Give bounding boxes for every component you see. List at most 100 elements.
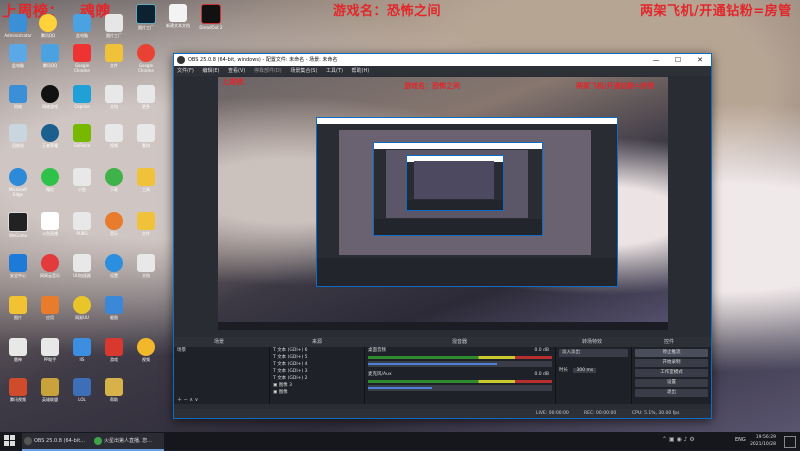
source-item[interactable]: T 文本 (GDI+) 2: [270, 375, 364, 382]
transitions-dock: 淡入淡出 时长 300 ms: [556, 347, 632, 404]
desktop-audio-slider[interactable]: [368, 361, 552, 367]
menu-docks[interactable]: 停靠部件(D): [254, 68, 282, 74]
file-icon: [137, 254, 155, 272]
tray-icons[interactable]: ⌃ ▣ ◉ ♪ ⚙: [662, 436, 695, 443]
source-item[interactable]: T 文本 (GDI+) 6: [270, 347, 364, 354]
desktop-icon[interactable]: 设置: [100, 254, 128, 288]
desktop-icon[interactable]: 网易云音乐: [36, 254, 64, 288]
start-recording-button[interactable]: 开始录制: [635, 359, 708, 367]
desktop-icon[interactable]: 此电脑: [4, 44, 32, 78]
windows-start-icon[interactable]: [4, 435, 15, 446]
desktop-icon[interactable]: 腾讯QQ: [34, 14, 62, 48]
desktop-icon[interactable]: UU加速器: [68, 254, 96, 288]
scene-item[interactable]: 场景: [174, 347, 269, 354]
desktop-icon[interactable]: 网络: [4, 85, 32, 119]
minimize-icon[interactable]: —: [645, 54, 667, 66]
wechat-icon: [41, 168, 59, 186]
desktop-icon[interactable]: 文件: [132, 212, 160, 246]
transition-select[interactable]: 淡入淡出: [559, 349, 628, 357]
desktop-icon[interactable]: 小鱼: [68, 168, 96, 202]
menu-help[interactable]: 帮助(H): [352, 68, 370, 74]
desktop-icon[interactable]: LOL: [68, 378, 96, 412]
studio-mode-button[interactable]: 工作室模式: [635, 369, 708, 377]
desktop-icon[interactable]: PP助手: [36, 338, 64, 372]
nested-obs-window-3: [406, 155, 504, 211]
folder-icon: [137, 212, 155, 230]
obs-window[interactable]: OBS 25.0.8 (64-bit, windows) - 配置文件: 未命名…: [173, 53, 712, 419]
taskbar-item-obs[interactable]: OBS 25.0.8 (64-bit...: [22, 433, 100, 451]
desktop-icon[interactable]: 下载: [100, 168, 128, 202]
desktop-icon[interactable]: 回收站: [4, 124, 32, 158]
source-item[interactable]: ▣ 图像: [270, 389, 364, 396]
source-item[interactable]: T 文本 (GDI+) 3: [270, 368, 364, 375]
menu-edit[interactable]: 编辑(E): [202, 68, 219, 74]
desktop-icon[interactable]: Administrator: [4, 14, 32, 48]
desktop-icon[interactable]: Caprice: [68, 85, 96, 119]
exit-button[interactable]: 退出: [635, 389, 708, 397]
input-language[interactable]: ENG: [735, 437, 746, 443]
transition-duration-input[interactable]: 300 ms: [573, 368, 597, 373]
source-item[interactable]: T 文本 (GDI+) 4: [270, 361, 364, 368]
desktop-icon[interactable]: 工具: [132, 168, 160, 202]
desktop-icon[interactable]: 图片工厂: [100, 14, 128, 48]
desktop-icon[interactable]: 安全中心: [4, 254, 32, 288]
desktop-icon[interactable]: 网易UU: [68, 296, 96, 330]
desktop-icon[interactable]: 文件: [100, 44, 128, 78]
desktop-icon[interactable]: IIS: [68, 338, 96, 372]
desktop-icon[interactable]: 斗鱼直播: [36, 212, 64, 246]
desktop-icon[interactable]: 素材: [132, 124, 160, 158]
source-item[interactable]: ▣ 图像 3: [270, 382, 364, 389]
desktop-icon[interactable]: WeGame: [4, 212, 32, 246]
desktop-icon[interactable]: 更多: [132, 85, 160, 119]
desktop-icon[interactable]: PUBG: [68, 212, 96, 246]
desktop-icon[interactable]: Google Chrome: [132, 44, 160, 78]
desktop-icon[interactable]: 微信: [36, 168, 64, 202]
desktop-icon[interactable]: 视频: [100, 124, 128, 158]
desktop-icon[interactable]: 帮助: [100, 378, 128, 412]
desktop-icon[interactable]: 英雄联盟: [36, 378, 64, 412]
desktop-icon[interactable]: 截图: [100, 296, 128, 330]
desktop-icon[interactable]: DreadOut 2: [197, 4, 225, 38]
settings-app-icon: [136, 4, 156, 24]
nested-obs-window-2: [373, 142, 543, 236]
source-item[interactable]: T 文本 (GDI+) 5: [270, 354, 364, 361]
desktop-icon[interactable]: 文档: [100, 85, 128, 119]
desktop-icon[interactable]: 腾讯QQ: [36, 44, 64, 78]
scene-add-button[interactable]: ＋ − ∧ ∨: [177, 396, 198, 403]
desktop-icon[interactable]: 应用: [36, 296, 64, 330]
desktop-icon[interactable]: 新建文本文档: [164, 4, 192, 38]
desktop-icon[interactable]: GeForce: [68, 124, 96, 158]
obs-title-bar[interactable]: OBS 25.0.8 (64-bit, windows) - 配置文件: 未命名…: [174, 54, 711, 66]
taskbar-item-browser[interactable]: 火星出第人直播, 您...: [92, 433, 164, 451]
desktop-icon[interactable]: 腾讯视频: [4, 378, 32, 412]
desktop-icon[interactable]: 视频: [132, 338, 160, 372]
edge-icon: [9, 168, 27, 186]
desktop-icon[interactable]: 图片: [4, 296, 32, 330]
maximize-icon[interactable]: ☐: [667, 54, 689, 66]
desktop-icon[interactable]: 音乐: [100, 212, 128, 246]
desktop-icon[interactable]: Google Chrome: [68, 44, 96, 78]
taskbar-clock[interactable]: 19:56:29 2021/10/28: [750, 434, 776, 448]
desktop-icon[interactable]: 网络游戏: [36, 85, 64, 119]
user-folder-icon: [9, 14, 27, 32]
notification-icon[interactable]: [784, 436, 796, 448]
cpu-status: CPU: 5.1%, 30.00 fps: [632, 411, 680, 416]
desktop-icon[interactable]: 游戏: [100, 338, 128, 372]
obs-preview[interactable]: 上周榜： 游戏名：恐怖之间 两架飞机/开通钻粉=房管: [218, 77, 668, 330]
desktop-icon[interactable]: 雷神: [4, 338, 32, 372]
live-status: LIVE: 00:00:00: [536, 411, 569, 416]
menu-tools[interactable]: 工具(T): [326, 68, 343, 74]
menu-view[interactable]: 查看(V): [228, 68, 245, 74]
close-icon[interactable]: ✕: [689, 54, 711, 66]
desktop-icon[interactable]: 文档: [132, 254, 160, 288]
menu-scene-collection[interactable]: 场景集合(S): [290, 68, 317, 74]
desktop-icon[interactable]: Microsoft Edge: [4, 168, 32, 202]
desktop-audio-fader-fill: [368, 363, 497, 365]
settings-button[interactable]: 设置: [635, 379, 708, 387]
stop-streaming-button[interactable]: 停止推流: [635, 349, 708, 357]
desktop-icon[interactable]: 王者荣耀: [36, 124, 64, 158]
menu-file[interactable]: 文件(F): [177, 68, 194, 74]
mic-audio-slider[interactable]: [368, 385, 552, 391]
desktop-icon[interactable]: 图片工厂: [132, 4, 160, 38]
desktop-icon[interactable]: 此电脑: [68, 14, 96, 48]
